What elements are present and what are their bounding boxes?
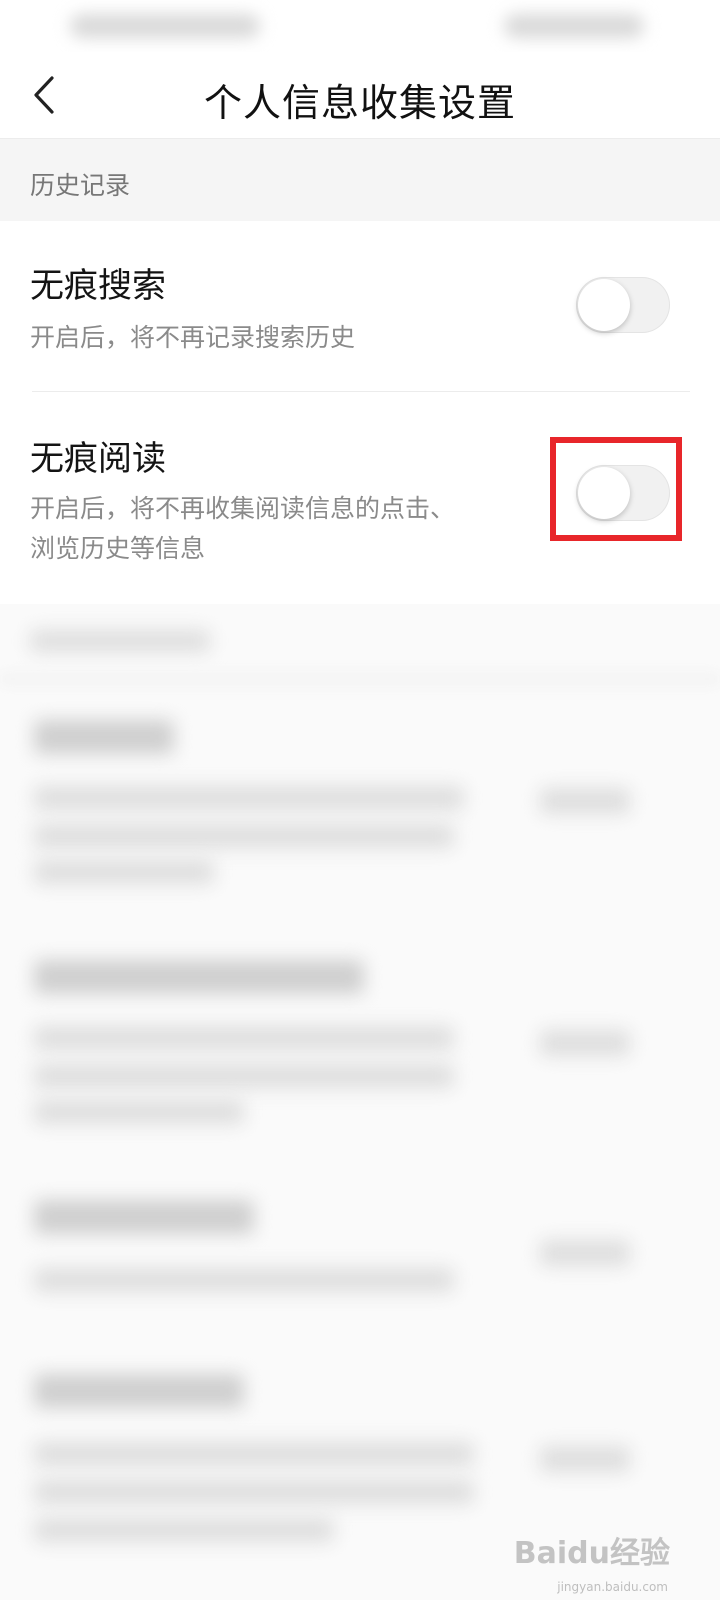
blurred-text	[34, 1518, 334, 1542]
blurred-value	[540, 1240, 630, 1266]
blurred-text	[34, 1480, 474, 1504]
setting-title: 无痕阅读	[30, 439, 166, 479]
blurred-value	[540, 1446, 630, 1472]
blurred-text	[34, 860, 214, 884]
page-title: 个人信息收集设置	[203, 81, 516, 125]
blurred-text	[34, 824, 454, 848]
blurred-settings-area	[0, 604, 720, 1600]
setting-description-line-1: 开启后，将不再收集阅读信息的点击、	[30, 494, 456, 523]
red-highlight-annotation	[550, 437, 682, 541]
blurred-separator	[0, 674, 720, 684]
row-divider	[32, 391, 690, 392]
status-bar-left-blurred	[70, 14, 260, 38]
blurred-value	[540, 788, 630, 814]
setting-description: 开启后，将不再收集阅读信息的点击、 浏览历史等信息	[30, 489, 510, 569]
watermark-url: jingyan.baidu.com	[557, 1580, 668, 1594]
blurred-text	[34, 1100, 244, 1124]
blurred-value	[540, 1030, 630, 1056]
incognito-search-toggle[interactable]	[576, 277, 670, 333]
blurred-title	[34, 1374, 244, 1408]
blurred-text	[34, 1026, 454, 1050]
setting-description: 开启后，将不再记录搜索历史	[30, 323, 356, 352]
setting-title: 无痕搜索	[30, 266, 166, 306]
navigation-bar: 个人信息收集设置	[0, 52, 720, 139]
section-header-history: 历史记录	[0, 139, 720, 221]
status-bar-right-blurred	[504, 14, 644, 38]
blurred-title	[34, 960, 364, 994]
blurred-text	[34, 1442, 474, 1466]
blurred-text	[34, 1268, 454, 1292]
toggle-knob	[578, 279, 630, 331]
status-bar	[0, 0, 720, 52]
blurred-section-label	[30, 630, 210, 652]
blurred-title	[34, 720, 174, 754]
blurred-text	[34, 1064, 454, 1088]
setting-row-incognito-search: 无痕搜索 开启后，将不再记录搜索历史	[0, 222, 720, 392]
blurred-title	[34, 1200, 254, 1234]
setting-description-line-2: 浏览历史等信息	[30, 534, 206, 563]
section-header-label: 历史记录	[30, 171, 131, 200]
baidu-watermark: Baidu经验	[513, 1536, 670, 1571]
blurred-text	[34, 786, 464, 810]
